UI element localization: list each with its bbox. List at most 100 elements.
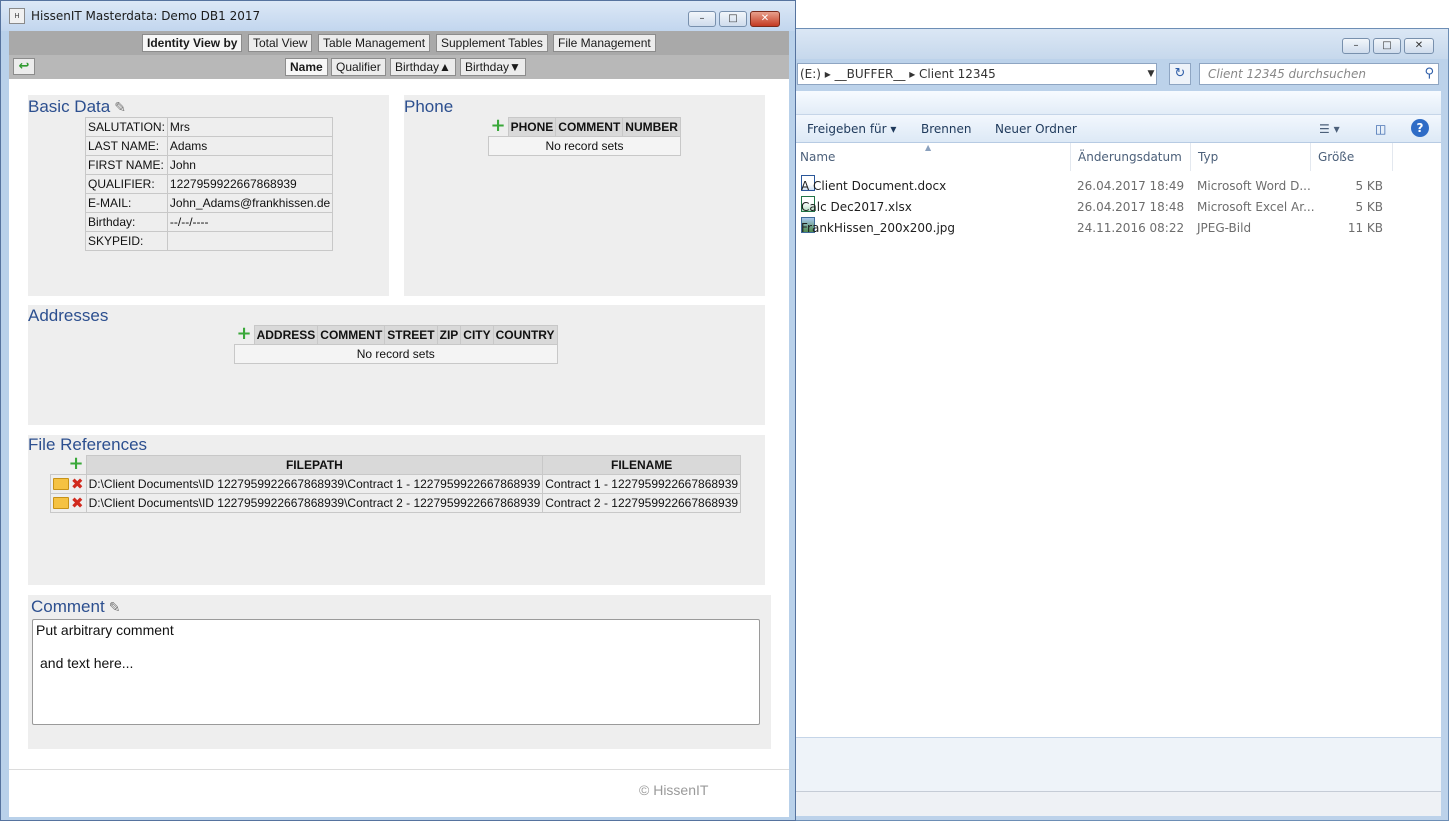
edit-pencil-icon[interactable]: ✎ (114, 99, 126, 116)
row-actions: ✖ (50, 474, 87, 494)
search-placeholder: Client 12345 durchsuchen (1208, 67, 1366, 81)
maximize-icon[interactable]: □ (719, 11, 747, 27)
share-button[interactable]: Freigeben für ▾ (807, 122, 896, 136)
delete-icon[interactable]: ✖ (71, 494, 84, 512)
sort-birthday-desc-button[interactable]: Birthday▼ (460, 58, 526, 76)
file-type: JPEG-Bild (1197, 221, 1252, 235)
address-dropdown-icon[interactable]: ▼ (1143, 63, 1159, 85)
close-icon[interactable]: ✕ (750, 11, 780, 27)
filename-cell[interactable]: Contract 1 - 1227959922667868939 (542, 474, 742, 494)
file-size: 5 KB (1355, 200, 1383, 214)
field-value[interactable] (166, 231, 334, 251)
file-row[interactable]: Calc Dec2017.xlsx 26.04.2017 18:48 Micro… (795, 196, 1441, 218)
edit-pencil-icon[interactable]: ✎ (109, 599, 121, 616)
view-options-icon[interactable]: ☰ ▾ (1319, 122, 1340, 136)
help-icon[interactable]: ? (1411, 119, 1429, 137)
sort-by-name-button[interactable]: Name (285, 58, 328, 76)
column-header: STREET (384, 325, 438, 345)
field-value[interactable]: John (166, 155, 334, 175)
minimize-icon[interactable]: – (1342, 38, 1370, 54)
file-type: Microsoft Word D... (1197, 179, 1311, 193)
filepath-cell[interactable]: D:\Client Documents\ID 12279599226678689… (85, 474, 544, 494)
tab-supplement-tables[interactable]: Supplement Tables (436, 34, 548, 52)
file-references-panel: File References + FILEPATH FILENAME ✖ D:… (28, 435, 765, 585)
column-header: COUNTRY (492, 325, 558, 345)
file-row[interactable]: A Client Document.docx 26.04.2017 18:49 … (795, 175, 1441, 197)
column-header: ADDRESS (253, 325, 319, 345)
file-list: Name ▲ Änderungsdatum Typ Größe A Client … (795, 143, 1441, 737)
table-row: QUALIFIER: 1227959922667868939 (85, 174, 334, 194)
main-nav: Identity View by Total View Table Manage… (9, 31, 789, 55)
explorer-toolbar: Freigeben für ▾ Brennen Neuer Ordner ☰ ▾… (795, 115, 1441, 143)
empty-message: No record sets (488, 136, 681, 156)
field-value[interactable]: Adams (166, 136, 334, 156)
plus-icon[interactable]: + (68, 453, 83, 474)
comment-line: Put arbitrary comment (36, 622, 174, 638)
new-folder-button[interactable]: Neuer Ordner (995, 122, 1077, 136)
column-header: COMMENT (555, 117, 624, 137)
empty-message: No record sets (234, 344, 558, 364)
add-file-reference-button[interactable]: + (50, 453, 87, 475)
column-header: ZIP (436, 325, 462, 345)
refresh-icon[interactable]: ↻ (1169, 63, 1191, 85)
add-address-button[interactable]: + (234, 323, 255, 345)
field-value[interactable]: John_Adams@frankhissen.de (166, 193, 334, 213)
sort-by-qualifier-button[interactable]: Qualifier (331, 58, 386, 76)
delete-icon[interactable]: ✖ (71, 475, 84, 493)
comment-textarea[interactable]: Put arbitrary comment and text here... (32, 619, 760, 725)
column-date[interactable]: Änderungsdatum (1073, 143, 1191, 171)
column-header: FILEPATH (85, 455, 544, 475)
tab-identity-view[interactable]: Identity View by (142, 34, 243, 52)
table-row: Birthday: --/--/---- (85, 212, 334, 232)
comment-line: and text here... (40, 655, 134, 671)
column-header: PHONE (507, 117, 557, 137)
explorer-titlebar[interactable]: – □ ✕ (791, 29, 1448, 59)
close-icon[interactable]: ✕ (1404, 38, 1434, 54)
column-header: COMMENT (317, 325, 386, 345)
file-name: Calc Dec2017.xlsx (801, 200, 912, 214)
explorer-ribbon (795, 91, 1441, 115)
window-title: HissenIT Masterdata: Demo DB1 2017 (31, 9, 261, 23)
app-window-controls: – □ ✕ (688, 11, 780, 27)
filename-cell[interactable]: Contract 2 - 1227959922667868939 (542, 493, 742, 513)
column-header: CITY (460, 325, 494, 345)
folder-icon[interactable] (53, 478, 69, 490)
field-value[interactable]: Mrs (166, 117, 334, 137)
file-references-table: + FILEPATH FILENAME ✖ D:\Client Document… (50, 453, 742, 513)
status-bar (795, 791, 1441, 816)
column-type[interactable]: Typ (1193, 143, 1311, 171)
filepath-cell[interactable]: D:\Client Documents\ID 12279599226678689… (85, 493, 544, 513)
address-bar[interactable]: (E:) ▸ __BUFFER__ ▸ Client 12345 (797, 63, 1157, 85)
plus-icon[interactable]: + (491, 115, 506, 136)
column-name[interactable]: Name ▲ (795, 143, 1071, 171)
search-input[interactable]: Client 12345 durchsuchen ⚲ (1199, 63, 1439, 85)
app-titlebar[interactable]: H HissenIT Masterdata: Demo DB1 2017 – □… (1, 1, 795, 31)
sort-birthday-asc-button[interactable]: Birthday▲ (390, 58, 456, 76)
addresses-table: + ADDRESS COMMENT STREET ZIP CITY COUNTR… (234, 325, 558, 364)
tab-table-management[interactable]: Table Management (318, 34, 431, 52)
file-name: FrankHissen_200x200.jpg (801, 221, 956, 235)
back-arrow-icon[interactable]: ↩ (13, 58, 35, 75)
table-header: + PHONE COMMENT NUMBER (488, 115, 681, 137)
add-phone-button[interactable]: + (488, 115, 509, 137)
tab-file-management[interactable]: File Management (553, 34, 656, 52)
column-name-label: Name (800, 150, 836, 164)
file-row[interactable]: FrankHissen_200x200.jpg 24.11.2016 08:22… (795, 217, 1441, 239)
minimize-icon[interactable]: – (688, 11, 716, 27)
maximize-icon[interactable]: □ (1373, 38, 1401, 54)
search-icon[interactable]: ⚲ (1424, 64, 1434, 84)
preview-pane-icon[interactable]: ◫ (1375, 122, 1386, 136)
folder-icon[interactable] (53, 497, 69, 509)
column-size[interactable]: Größe (1313, 143, 1393, 171)
field-label: QUALIFIER: (85, 174, 168, 194)
app-content: Identity View by Total View Table Manage… (9, 31, 789, 817)
tab-total-view[interactable]: Total View (248, 34, 313, 52)
basic-data-title: Basic Data ✎ (28, 97, 126, 117)
explorer-window-controls: – □ ✕ (1342, 38, 1434, 54)
field-value[interactable]: --/--/---- (166, 212, 334, 232)
details-pane (795, 737, 1441, 791)
field-value[interactable]: 1227959922667868939 (166, 174, 334, 194)
file-name: A Client Document.docx (801, 179, 947, 193)
addresses-title: Addresses (28, 306, 109, 325)
plus-icon[interactable]: + (237, 323, 252, 344)
